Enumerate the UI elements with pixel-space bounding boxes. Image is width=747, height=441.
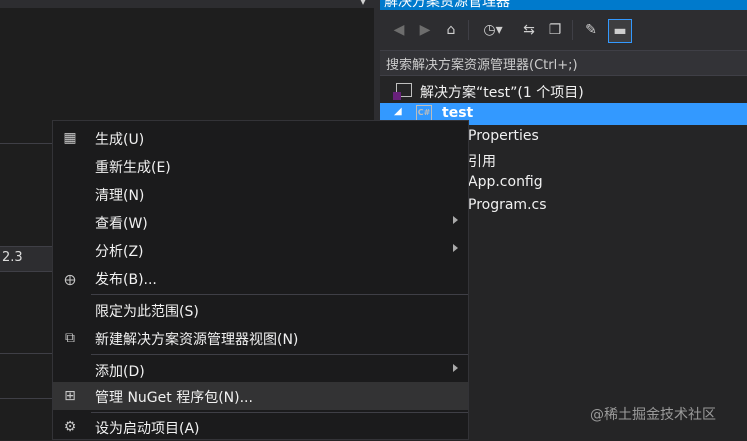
sync-icon[interactable]: ⇆: [518, 19, 540, 41]
preview-icon[interactable]: ▬: [608, 19, 632, 43]
forward-icon[interactable]: ▶: [414, 19, 436, 41]
menu-item-rebuild[interactable]: 重新生成(E): [53, 152, 468, 180]
toolbar-separator: [468, 20, 469, 40]
menu-item-build[interactable]: ▦ 生成(U): [53, 124, 468, 152]
solution-explorer-title: 解决方案资源管理器: [384, 0, 510, 10]
expand-arrow-icon[interactable]: ◢: [394, 106, 402, 117]
gear-icon: ⚙: [63, 419, 77, 435]
menu-item-set-startup[interactable]: ⚙ 设为启动项目(A): [53, 413, 468, 441]
menu-item-add[interactable]: 添加(D): [53, 356, 468, 384]
menu-item-manage-nuget[interactable]: ⊞ 管理 NuGet 程序包(N)...: [53, 382, 468, 410]
property-value-row[interactable]: 2.3: [0, 246, 60, 272]
project-context-menu: ▦ 生成(U) 重新生成(E) 清理(N) 查看(W) 分析(Z) 🜨 发布(B…: [52, 120, 469, 440]
menu-item-clean[interactable]: 清理(N): [53, 180, 468, 208]
project-label: test: [442, 105, 474, 121]
nuget-package-icon: ⊞: [64, 388, 76, 404]
menu-item-new-explorer-view[interactable]: ⧉ 新建解决方案资源管理器视图(N): [53, 324, 468, 352]
property-value: 2.3: [2, 250, 23, 265]
menu-item-publish[interactable]: 🜨 发布(B)...: [53, 264, 468, 292]
menu-separator: [91, 354, 468, 355]
solution-explorer-toolbar: ◀ ▶ ⌂ ◷▾ ⇆ ❐ ✎ ▬: [380, 10, 747, 50]
back-icon[interactable]: ◀: [388, 19, 410, 41]
solution-explorer-search[interactable]: 搜索解决方案资源管理器(Ctrl+;): [380, 50, 747, 76]
submenu-arrow-icon: [453, 364, 458, 372]
document-tab-strip: ▾: [0, 0, 374, 8]
chevron-down-icon[interactable]: ▾: [360, 0, 366, 8]
search-placeholder: 搜索解决方案资源管理器(Ctrl+;): [386, 58, 578, 73]
wrench-icon[interactable]: ✎: [580, 19, 602, 41]
collapse-all-icon[interactable]: ❐: [544, 19, 566, 41]
menu-separator: [91, 294, 468, 295]
toolbar-separator: [572, 20, 573, 40]
watermark: @稀土掘金技术社区: [590, 407, 716, 423]
new-view-icon: ⧉: [65, 330, 75, 346]
menu-item-analyze[interactable]: 分析(Z): [53, 236, 468, 264]
submenu-arrow-icon: [453, 216, 458, 224]
build-icon: ▦: [63, 130, 77, 146]
submenu-arrow-icon: [453, 244, 458, 252]
menu-item-scope-to-this[interactable]: 限定为此范围(S): [53, 296, 468, 324]
csharp-project-icon: C#: [416, 105, 432, 121]
pending-changes-filter-icon[interactable]: ◷▾: [476, 19, 510, 41]
solution-icon: [393, 83, 412, 100]
globe-icon: 🜨: [64, 272, 76, 289]
home-icon[interactable]: ⌂: [440, 19, 462, 41]
tree-solution-row[interactable]: 解决方案“test”(1 个项目): [380, 80, 747, 102]
solution-explorer-title-bar: 解决方案资源管理器: [380, 0, 747, 10]
solution-label: 解决方案“test”(1 个项目): [420, 85, 584, 101]
menu-item-view[interactable]: 查看(W): [53, 208, 468, 236]
